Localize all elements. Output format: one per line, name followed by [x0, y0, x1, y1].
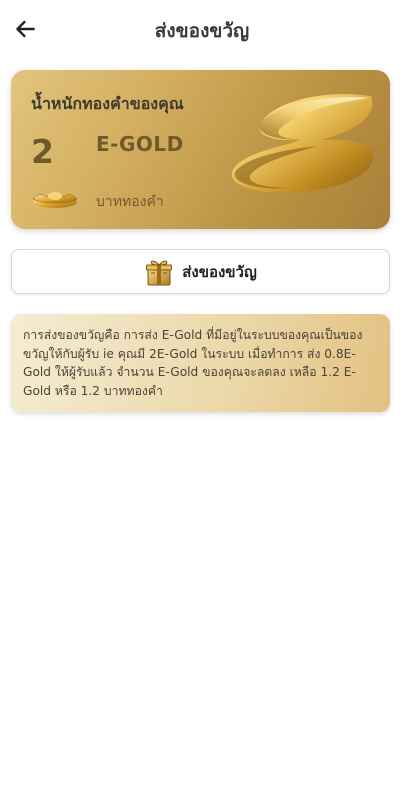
- gift-box-icon: [146, 260, 173, 285]
- gold-unit: E-GOLD: [96, 132, 184, 156]
- send-gift-button[interactable]: ส่งของขวัญ: [11, 249, 390, 294]
- send-gift-label: ส่งของขวัญ: [182, 262, 257, 281]
- gift-info-box: การส่งของขวัญคือ การส่ง E-Gold ที่มีอยู่…: [11, 314, 390, 412]
- gold-balance-card: น้ำหนักทองคำของคุณ 2 E-GOLD บาททองคำ: [11, 70, 390, 229]
- gold-weight-heading: น้ำหนักทองคำของคุณ: [31, 94, 184, 113]
- gift-info-text: การส่งของขวัญคือ การส่ง E-Gold ที่มีอยู่…: [23, 328, 363, 398]
- page-title: ส่งของขวัญ: [154, 20, 250, 42]
- gold-sub-label: บาททองคำ: [96, 194, 164, 210]
- top-app-bar: ส่งของขวัญ: [0, 0, 404, 58]
- gold-swoosh-logo: [231, 94, 374, 193]
- gold-ingot-icon: [32, 192, 78, 208]
- gold-amount: 2: [31, 132, 54, 171]
